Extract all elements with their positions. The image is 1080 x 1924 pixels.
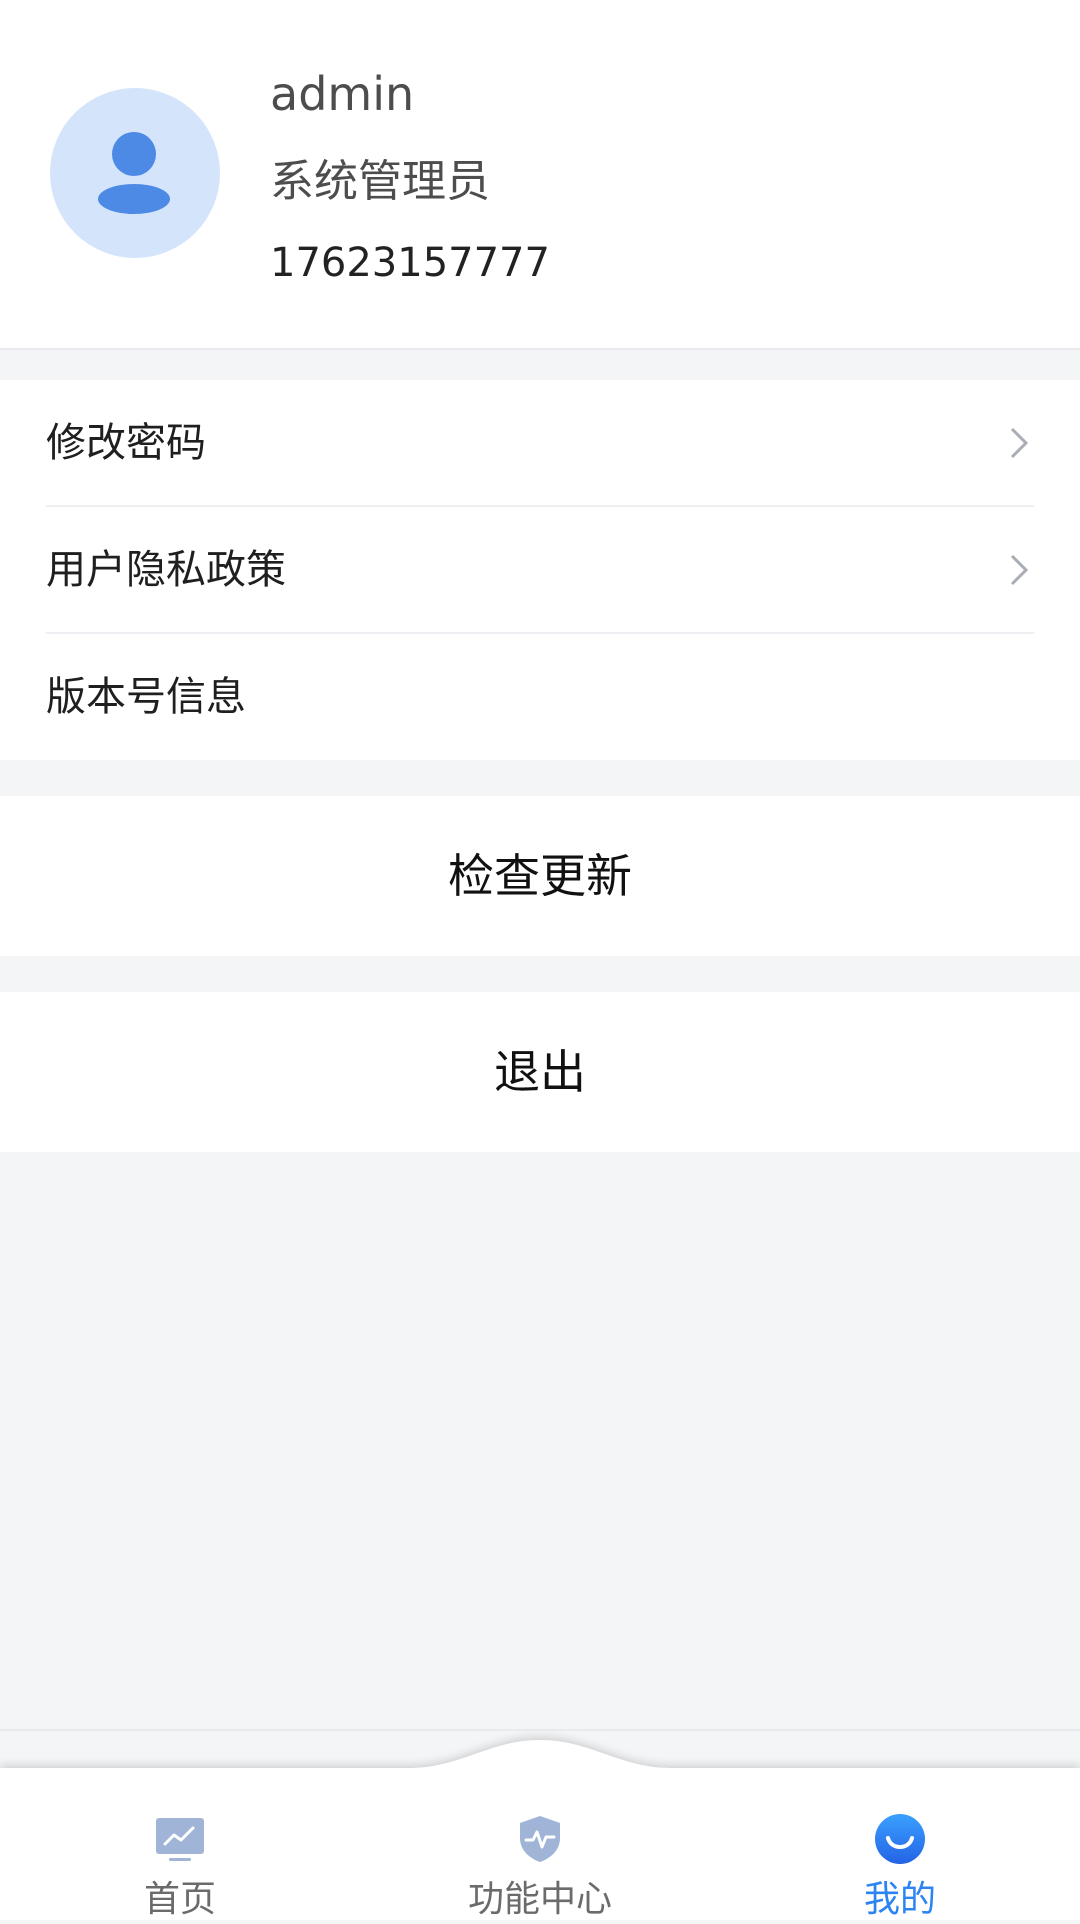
smile-icon [875, 1814, 925, 1864]
tab-label: 首页 [143, 1879, 216, 1920]
tab-function-center[interactable]: 功能中心 [360, 1728, 720, 1920]
avatar [50, 88, 220, 258]
menu-item-label: 用户隐私政策 [46, 547, 286, 593]
profile-role: 系统管理员 [270, 156, 490, 207]
tab-label: 功能中心 [467, 1879, 612, 1920]
settings-menu: 修改密码 用户隐私政策 版本号信息 [0, 380, 1080, 760]
menu-item-label: 修改密码 [46, 420, 206, 466]
monitor-chart-icon [156, 1818, 204, 1861]
menu-item-privacy-policy[interactable]: 用户隐私政策 [0, 507, 1080, 633]
shield-pulse-icon [520, 1816, 560, 1862]
menu-item-change-password[interactable]: 修改密码 [0, 380, 1080, 506]
bottom-tab-bar: 首页 功能中心 我的 [0, 1728, 1080, 1920]
tab-home[interactable]: 首页 [0, 1728, 360, 1920]
profile-phone: 17623157777 [270, 240, 550, 286]
menu-item-version-info[interactable]: 版本号信息 [0, 634, 1080, 760]
chevron-right-icon [1010, 427, 1029, 459]
user-icon [98, 132, 170, 214]
logout-button[interactable]: 退出 [0, 992, 1080, 1152]
chevron-right-icon [1010, 554, 1029, 586]
check-update-button[interactable]: 检查更新 [0, 796, 1080, 956]
tab-label: 我的 [863, 1879, 936, 1920]
profile-card: admin 系统管理员 17623157777 [0, 0, 1080, 350]
menu-item-label: 版本号信息 [46, 674, 246, 720]
profile-username: admin [270, 67, 415, 121]
tab-mine[interactable]: 我的 [720, 1728, 1080, 1920]
